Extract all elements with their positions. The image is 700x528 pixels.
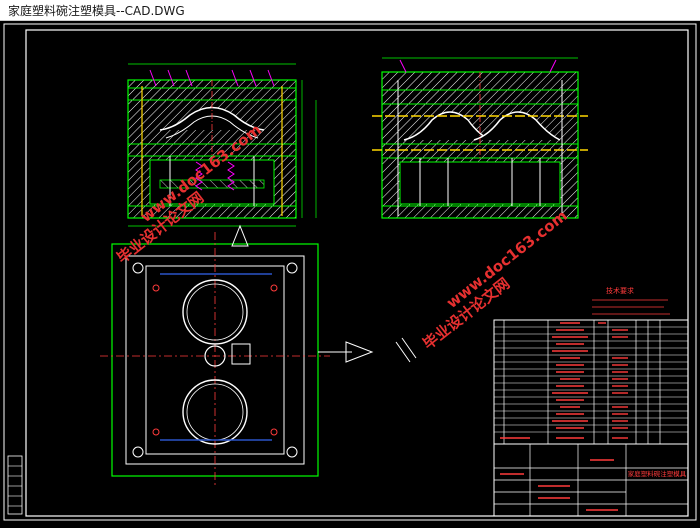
plan-view xyxy=(100,224,330,486)
cad-viewer-window: 家庭塑料碗注塑模具--CAD.DWG 技术要求 家庭塑料碗注塑模具 毕业设计论文… xyxy=(0,0,700,524)
watermark-2-site-url: www.doc163.com xyxy=(443,207,571,312)
title-block: 家庭塑料碗注塑模具 xyxy=(493,443,689,517)
title-bar[interactable]: 家庭塑料碗注塑模具--CAD.DWG xyxy=(0,0,700,21)
tech-requirements-heading: 技术要求 xyxy=(606,286,634,295)
inner-frame xyxy=(25,29,689,517)
binding-margin-table xyxy=(7,455,23,515)
watermark-2: 毕业设计论文网 www.doc163.com xyxy=(419,207,571,354)
tech-requirements: 技术要求 xyxy=(592,286,670,315)
drawing-sheet: 技术要求 家庭塑料碗注塑模具 毕业设计论文网 www.doc163.com 毕业… xyxy=(3,23,697,521)
section-arrow xyxy=(318,337,417,363)
side-section-view xyxy=(372,57,588,219)
drawing-title: 家庭塑料碗注塑模具 xyxy=(628,469,687,478)
outer-frame xyxy=(3,23,697,521)
window-title: 家庭塑料碗注塑模具--CAD.DWG xyxy=(8,3,185,18)
parts-list-table xyxy=(493,319,689,445)
drawing-canvas[interactable]: 技术要求 家庭塑料碗注塑模具 毕业设计论文网 www.doc163.com 毕业… xyxy=(0,20,700,524)
